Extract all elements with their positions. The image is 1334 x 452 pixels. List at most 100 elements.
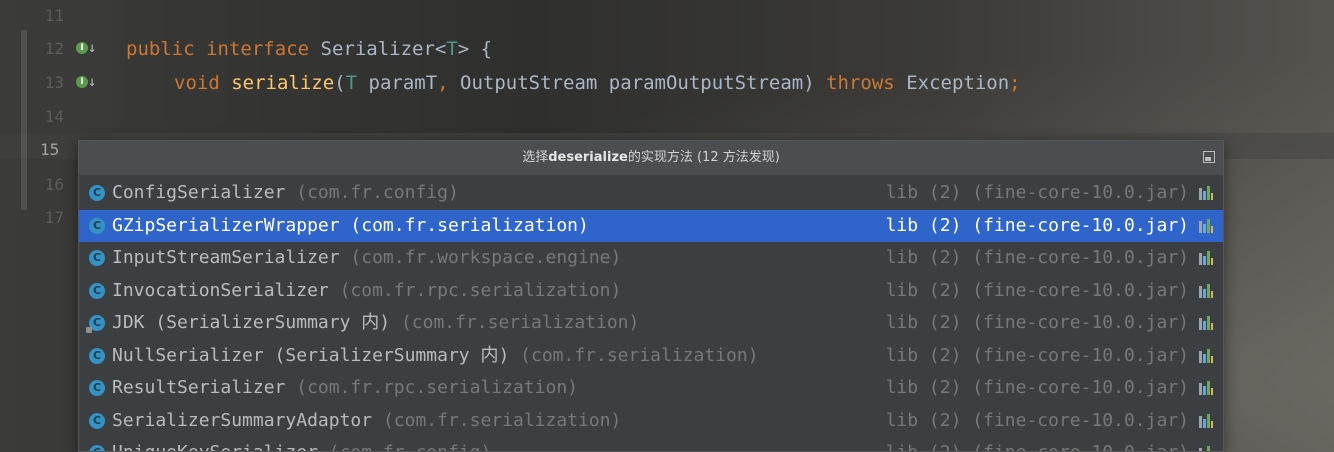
punctuation: (	[334, 72, 346, 94]
class-icon: C	[89, 185, 105, 201]
line-number: 16	[44, 175, 64, 194]
library-info: lib (2) (fine-core-10.0.jar)	[885, 247, 1189, 268]
package-name: (com.fr.serialization)	[400, 312, 640, 333]
code-line-interface-declaration: public interface Serializer<T> {	[126, 38, 492, 60]
library-icon	[1199, 381, 1213, 395]
list-item[interactable]: C InvocationSerializer (com.fr.rpc.seria…	[79, 275, 1223, 308]
package-name: (com.fr.config)	[296, 182, 459, 203]
line-number-current: 15	[40, 140, 60, 159]
class-name: JDK (SerializerSummary 内)	[112, 312, 391, 333]
type-parameter: T	[345, 72, 358, 94]
library-icon	[1199, 316, 1213, 330]
package-name: (com.fr.serialization)	[520, 344, 759, 366]
open-in-find-window-icon[interactable]	[1203, 151, 1215, 163]
package-name: (com.fr.serialization)	[350, 214, 589, 236]
down-arrow-icon: ↓	[88, 40, 97, 56]
class-name: ConfigSerializer	[112, 182, 286, 203]
library-icon	[1199, 283, 1213, 298]
keyword: interface	[206, 38, 310, 60]
library-info: lib (2) (fine-core-10.0.jar)	[885, 344, 1189, 366]
class-name-text: ConfigSerializer (com.fr.config)	[112, 177, 459, 209]
class-name-text: ResultSerializer (com.fr.rpc.serializati…	[112, 372, 578, 404]
list-item[interactable]: C ConfigSerializer (com.fr.config) lib (…	[79, 177, 1223, 210]
method-name: serialize	[231, 72, 335, 94]
list-item-selected[interactable]: C GZipSerializerWrapper (com.fr.serializ…	[79, 209, 1223, 242]
class-icon: C	[89, 445, 105, 451]
punctuation: ;	[1009, 72, 1021, 94]
class-icon: C	[89, 347, 105, 364]
class-icon: C	[89, 380, 105, 396]
punctuation: ,	[437, 72, 449, 94]
code-line-method-declaration: void serialize(T paramT, OutputStream pa…	[174, 72, 1021, 94]
library-info: lib (2) (fine-core-10.0.jar)	[885, 279, 1189, 301]
library-info: lib (2) (fine-core-10.0.jar)	[885, 409, 1189, 431]
library-info: lib (2) (fine-core-10.0.jar)	[885, 214, 1189, 236]
class-name-text: JDK (SerializerSummary 内) (com.fr.serial…	[112, 307, 639, 339]
package-name: (com.fr.serialization)	[382, 409, 622, 431]
parameter: OutputStream paramOutputStream)	[448, 72, 827, 94]
type-parameter: T	[446, 38, 458, 60]
library-info: lib (2) (fine-core-10.0.jar)	[885, 182, 1189, 203]
library-icon	[1199, 218, 1213, 233]
exception-type: Exception	[894, 72, 1010, 94]
popup-title-method: deserialize	[548, 150, 628, 165]
class-name-text: InvocationSerializer (com.fr.rpc.seriali…	[112, 275, 621, 307]
implemented-by-icon[interactable]: I ↓	[76, 74, 96, 92]
down-arrow-icon: ↓	[88, 74, 97, 90]
library-icon	[1199, 413, 1213, 428]
popup-title-suffix: 的实现方法 (12 方法发现)	[627, 150, 780, 165]
package-name: (com.fr.rpc.serialization)	[339, 279, 622, 301]
line-number: 14	[44, 107, 64, 126]
class-name: UniqueKeySerializer	[112, 442, 318, 451]
library-icon	[1199, 251, 1213, 265]
line-number: 12	[44, 39, 64, 58]
implementation-list[interactable]: C ConfigSerializer (com.fr.config) lib (…	[79, 177, 1223, 451]
list-item[interactable]: C ResultSerializer (com.fr.rpc.serializa…	[79, 372, 1223, 405]
library-info: lib (2) (fine-core-10.0.jar)	[886, 437, 1189, 451]
package-name: (com.fr.rpc.serialization)	[296, 377, 578, 398]
parameter: paramT	[357, 72, 438, 94]
choose-implementation-popup[interactable]: 选择deserialize的实现方法 (12 方法发现) C ConfigSer…	[78, 140, 1224, 452]
package-name: (com.fr.config)	[329, 442, 492, 451]
identifier: Serializer<	[320, 38, 447, 60]
list-item[interactable]: C UniqueKeySerializer (com.fr.config) li…	[79, 437, 1223, 451]
class-icon: C	[89, 282, 105, 299]
class-name: InvocationSerializer	[112, 279, 329, 301]
class-name-text: GZipSerializerWrapper (com.fr.serializat…	[112, 210, 589, 242]
library-info: lib (2) (fine-core-10.0.jar)	[885, 377, 1189, 398]
class-name-text: InputStreamSerializer (com.fr.workspace.…	[112, 242, 621, 274]
class-name-text: NullSerializer (SerializerSummary 内) (co…	[112, 340, 759, 372]
line-number: 13	[44, 73, 64, 92]
popup-title-prefix: 选择	[522, 150, 549, 165]
class-icon: C	[89, 250, 105, 266]
class-name-text: UniqueKeySerializer (com.fr.config)	[112, 437, 492, 451]
implementation-badge-icon: I	[76, 42, 88, 54]
list-item[interactable]: C NullSerializer (SerializerSummary 内) (…	[79, 340, 1223, 373]
line-number: 17	[44, 208, 64, 227]
implemented-by-icon[interactable]: I ↓	[76, 40, 96, 58]
class-icon: C	[89, 412, 105, 429]
list-item[interactable]: C SerializerSummaryAdaptor (com.fr.seria…	[79, 405, 1223, 438]
punctuation: > {	[457, 38, 493, 60]
class-name-text: SerializerSummaryAdaptor (com.fr.seriali…	[112, 405, 621, 437]
library-icon	[1199, 186, 1213, 200]
class-name: InputStreamSerializer	[112, 247, 340, 268]
class-icon: C	[89, 217, 105, 234]
keyword: throws	[826, 72, 895, 94]
nested-class-icon: C	[86, 315, 105, 333]
package-name: (com.fr.workspace.engine)	[350, 247, 622, 268]
class-name: NullSerializer (SerializerSummary 内)	[112, 344, 510, 366]
library-icon	[1199, 348, 1213, 363]
keyword: public	[126, 38, 195, 60]
popup-title: 选择deserialize的实现方法 (12 方法发现)	[79, 141, 1223, 175]
class-name: GZipSerializerWrapper	[112, 214, 340, 236]
keyword: void	[174, 72, 220, 94]
library-icon	[1199, 446, 1213, 451]
implementation-badge-icon: I	[76, 76, 88, 88]
class-name: SerializerSummaryAdaptor	[112, 409, 373, 431]
list-item[interactable]: C InputStreamSerializer (com.fr.workspac…	[79, 242, 1223, 275]
line-number: 11	[44, 6, 64, 25]
class-name: ResultSerializer	[112, 377, 286, 398]
list-item[interactable]: C JDK (SerializerSummary 内) (com.fr.seri…	[79, 307, 1223, 340]
library-info: lib (2) (fine-core-10.0.jar)	[885, 312, 1189, 333]
